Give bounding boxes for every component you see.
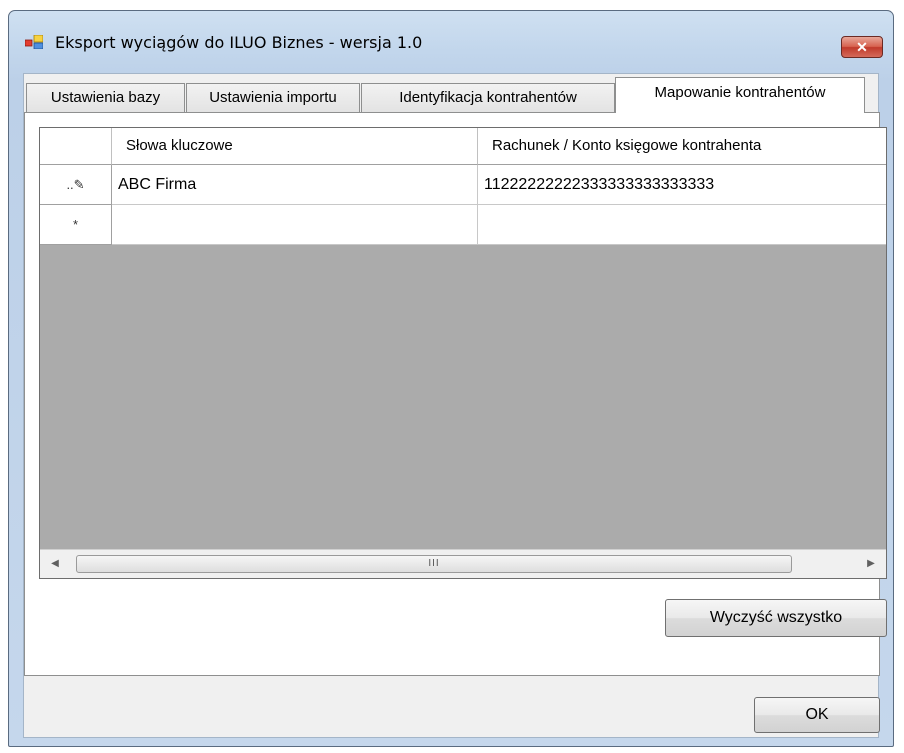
tab-panel-mapowanie: Słowa kluczowe Rachunek / Konto księgowe…: [24, 112, 887, 676]
row-header-new[interactable]: *: [40, 205, 112, 245]
cell-keywords[interactable]: ABC Firma: [112, 165, 478, 205]
app-icon: [25, 35, 43, 49]
grip-icon: III: [428, 558, 440, 569]
clear-all-button[interactable]: Wyczyść wszystko: [665, 599, 887, 637]
client-area: Ustawienia bazy Ustawienia importu Ident…: [23, 73, 887, 738]
column-header-account[interactable]: Rachunek / Konto księgowe kontrahenta: [478, 128, 886, 165]
scroll-thumb[interactable]: III: [76, 555, 792, 573]
mapping-grid[interactable]: Słowa kluczowe Rachunek / Konto księgowe…: [39, 127, 887, 579]
row-header-edit[interactable]: ..✎: [40, 165, 112, 205]
scroll-left-arrow-icon[interactable]: ◀: [42, 550, 68, 578]
title-bar[interactable]: Eksport wyciągów do ILUO Biznes - wersja…: [9, 11, 893, 73]
horizontal-scrollbar[interactable]: ◀ III ▶: [40, 549, 886, 578]
dialog-window: Eksport wyciągów do ILUO Biznes - wersja…: [8, 10, 894, 747]
close-button[interactable]: ✕: [841, 36, 883, 58]
tab-identyfikacja-kontrahentow[interactable]: Identyfikacja kontrahentów: [361, 83, 615, 112]
tab-strip: Ustawienia bazy Ustawienia importu Ident…: [24, 74, 878, 113]
window-title: Eksport wyciągów do ILUO Biznes - wersja…: [55, 33, 423, 52]
cell-keywords[interactable]: [112, 205, 478, 245]
scroll-right-arrow-icon[interactable]: ▶: [858, 550, 884, 578]
tab-mapowanie-kontrahentow[interactable]: Mapowanie kontrahentów: [615, 77, 865, 113]
grid-corner-header[interactable]: [40, 128, 112, 165]
ok-button[interactable]: OK: [754, 697, 880, 733]
tab-ustawienia-importu[interactable]: Ustawienia importu: [186, 83, 360, 112]
column-header-keywords[interactable]: Słowa kluczowe: [112, 128, 478, 165]
tab-ustawienia-bazy[interactable]: Ustawienia bazy: [26, 83, 185, 112]
close-icon: ✕: [856, 39, 868, 55]
cell-account[interactable]: [478, 205, 886, 245]
cell-account[interactable]: 11222222222333333333333333: [478, 165, 886, 205]
